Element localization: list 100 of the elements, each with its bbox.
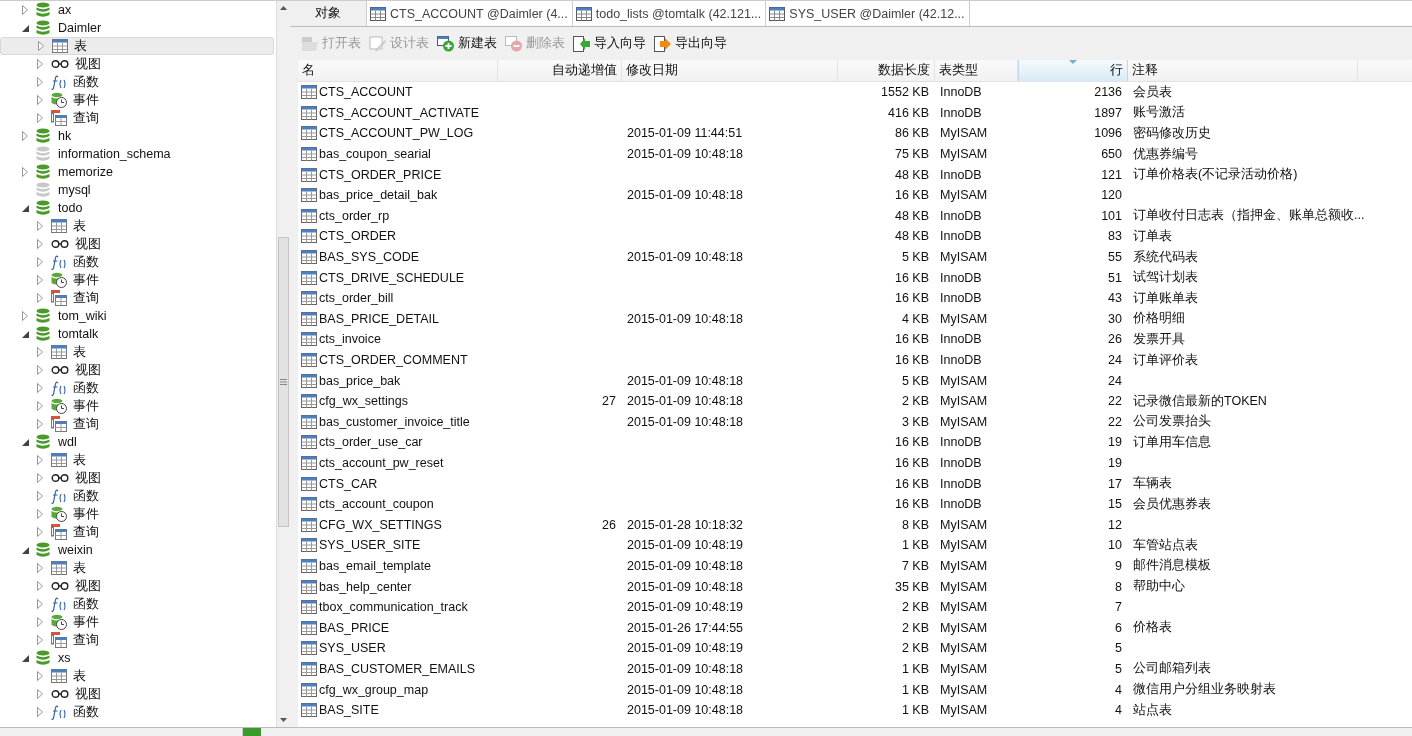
database-icon: [36, 308, 50, 324]
table-cell: 4: [1115, 703, 1122, 718]
table-cell: 2015-01-09 10:48:18: [627, 703, 744, 718]
tree-item[interactable]: 函数: [0, 703, 276, 721]
table-cell: SYS_USER: [319, 641, 386, 656]
tree-item[interactable]: 查询: [0, 631, 276, 649]
table-cell: 公司邮箱列表: [1133, 661, 1211, 676]
table-cell: 订单用车信息: [1133, 434, 1211, 449]
tree-item[interactable]: 表: [0, 37, 274, 55]
add-table-icon: [437, 35, 455, 52]
tree-item[interactable]: 函数: [0, 487, 276, 505]
table-icon: [301, 558, 317, 573]
tree-item[interactable]: xs: [0, 649, 276, 667]
expanded-arrow-icon[interactable]: [21, 330, 29, 338]
tree-item[interactable]: 视图: [0, 685, 276, 703]
table-cell: InnoDB: [940, 229, 982, 244]
tree-item[interactable]: todo: [0, 199, 276, 217]
table-cell: 24: [1108, 353, 1122, 367]
tree-item[interactable]: wdl: [0, 433, 276, 451]
table-icon: [301, 497, 317, 512]
expanded-arrow-icon[interactable]: [21, 438, 29, 446]
tree-item[interactable]: 事件: [0, 271, 276, 289]
tree-item[interactable]: 查询: [0, 523, 276, 541]
tree-item[interactable]: 视图: [0, 469, 276, 487]
tree-item[interactable]: 事件: [0, 505, 276, 523]
event-clock-icon: [51, 614, 67, 630]
table-icon: [301, 538, 317, 553]
tree-item[interactable]: 函数: [0, 379, 276, 397]
collapsed-arrow-icon[interactable]: [22, 167, 28, 177]
tree-item[interactable]: tom_wiki: [0, 307, 276, 325]
column-header[interactable]: 注释: [1128, 60, 1358, 81]
function-icon: [51, 596, 67, 612]
expanded-arrow-icon[interactable]: [21, 24, 29, 32]
table-cell: InnoDB: [940, 353, 982, 367]
tree-item[interactable]: 事件: [0, 91, 276, 109]
tree-item[interactable]: information_schema: [0, 145, 276, 163]
column-header[interactable]: 行: [1018, 60, 1128, 81]
tree-item[interactable]: 视图: [0, 55, 276, 73]
tree-item[interactable]: 表: [0, 559, 276, 577]
sort-arrow-icon: [1069, 60, 1077, 64]
toolbar-button[interactable]: 导出向导: [651, 33, 730, 54]
database-icon: [36, 200, 50, 216]
tree-item[interactable]: 查询: [0, 289, 276, 307]
table-cell: 48 KB: [894, 229, 929, 244]
expanded-arrow-icon[interactable]: [21, 204, 29, 212]
expanded-arrow-icon[interactable]: [21, 654, 29, 662]
table-cell: 2015-01-09 10:48:18: [627, 147, 744, 162]
tree-item[interactable]: memorize: [0, 163, 276, 181]
tree-item[interactable]: 视图: [0, 577, 276, 595]
table-cell: tbox_communication_track: [319, 600, 468, 615]
tree-item[interactable]: weixin: [0, 541, 276, 559]
database-icon: [36, 146, 50, 162]
table-icon: [370, 6, 386, 21]
tree-item[interactable]: Daimler: [0, 19, 276, 37]
scrollbar-thumb[interactable]: [278, 237, 289, 527]
table-cell: 2015-01-09 10:48:18: [627, 373, 744, 388]
tree-item[interactable]: 表: [0, 667, 276, 685]
table-cell: MyISAM: [940, 600, 988, 615]
toolbar-button[interactable]: 导入向导: [570, 33, 649, 54]
table-cell: 5 KB: [901, 250, 929, 265]
tree-item[interactable]: tomtalk: [0, 325, 276, 343]
column-header[interactable]: 自动递增值: [498, 60, 622, 81]
tree-item[interactable]: 函数: [0, 253, 276, 271]
toolbar-button[interactable]: 新建表: [434, 33, 500, 54]
tree-item[interactable]: 视图: [0, 235, 276, 253]
tree-item[interactable]: 事件: [0, 613, 276, 631]
table-cell: cts_invoice: [319, 332, 381, 347]
tab[interactable]: 对象: [290, 1, 367, 26]
tree-item[interactable]: 函数: [0, 73, 276, 91]
tree-item[interactable]: 表: [0, 343, 276, 361]
tree-item[interactable]: 表: [0, 217, 276, 235]
column-header[interactable]: 名: [298, 60, 498, 81]
tree-item[interactable]: 视图: [0, 361, 276, 379]
tab[interactable]: SYS_USER @Daimler (42.12...: [766, 1, 970, 26]
tree-item[interactable]: ax: [0, 1, 276, 19]
tree-item[interactable]: 查询: [0, 109, 276, 127]
tree-item[interactable]: 函数: [0, 595, 276, 613]
table-cell: bas_price_bak: [319, 373, 401, 388]
table-icon: [301, 188, 317, 203]
tree-item[interactable]: 查询: [0, 415, 276, 433]
table-cell: 101: [1101, 208, 1122, 223]
table-cell: 10: [1108, 538, 1122, 553]
query-icon: [51, 632, 67, 648]
column-header[interactable]: 数据长度: [838, 60, 935, 81]
tree-item[interactable]: mysql: [0, 181, 276, 199]
tree-item[interactable]: hk: [0, 127, 276, 145]
function-icon: [51, 704, 67, 720]
tree-item[interactable]: 表: [0, 451, 276, 469]
expanded-arrow-icon[interactable]: [21, 546, 29, 554]
glasses-icon: [51, 582, 69, 590]
event-clock-icon: [51, 92, 67, 108]
tab[interactable]: CTS_ACCOUNT @Daimler (4...: [367, 1, 573, 26]
scrollbar[interactable]: [276, 1, 290, 727]
collapsed-arrow-icon[interactable]: [22, 5, 28, 15]
table-icon: [301, 147, 317, 162]
table-cell: 1897: [1094, 105, 1122, 120]
table-cell: cfg_wx_group_map: [319, 682, 429, 697]
column-header[interactable]: 修改日期: [622, 60, 838, 81]
table-cell: 26: [1108, 332, 1122, 347]
tree-item[interactable]: 事件: [0, 397, 276, 415]
